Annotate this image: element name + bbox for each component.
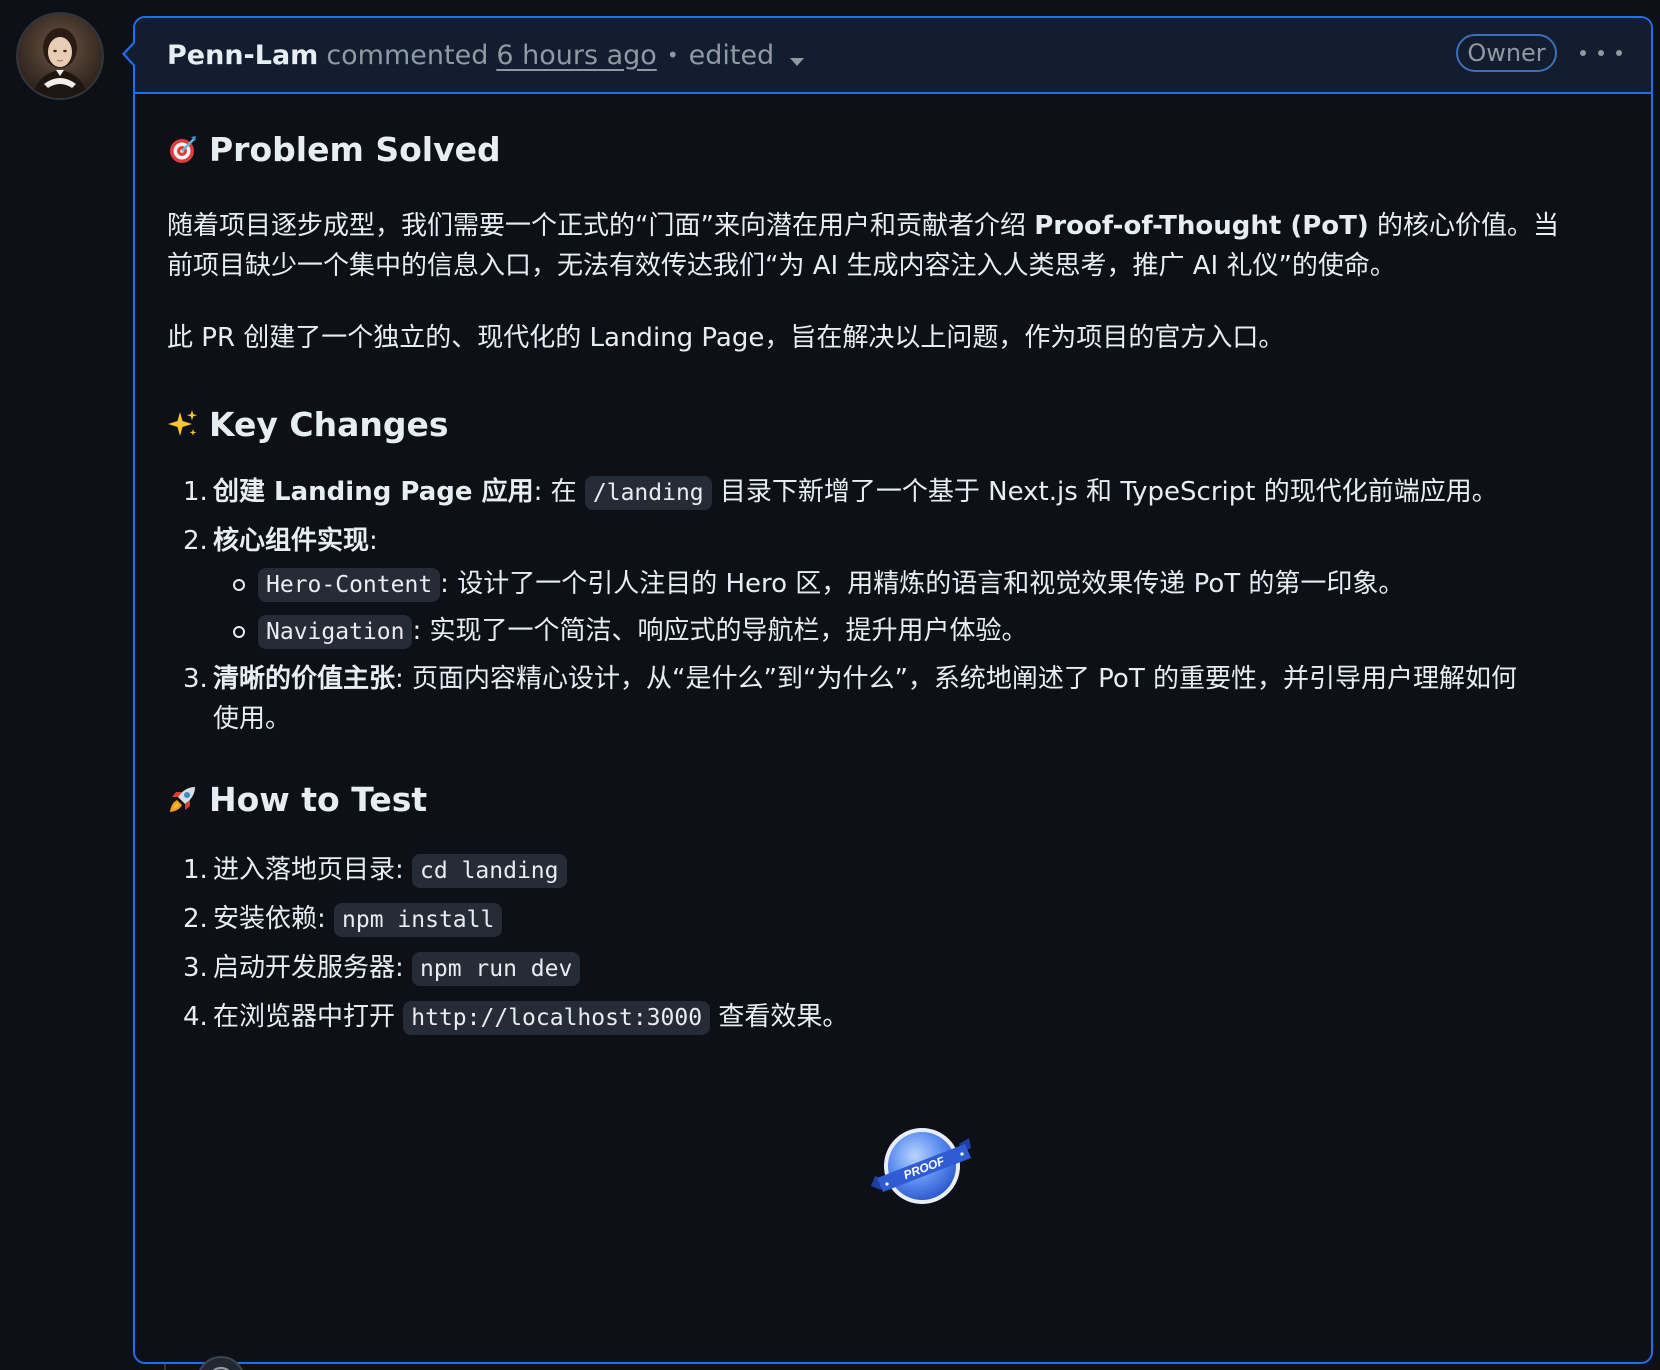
list-number: 1. [183, 477, 208, 507]
item-text: 在浏览器中打开 [213, 1002, 404, 1032]
comment-box: Penn-Lam commented 6 hours ago • edited … [122, 16, 1653, 1370]
timestamp-link[interactable]: 6 hours ago [496, 40, 656, 71]
smiley-icon [212, 1366, 230, 1370]
inline-code: cd landing [412, 854, 567, 888]
edited-label: edited [688, 39, 775, 71]
item-text: : [369, 526, 378, 556]
bold-text: 清晰的价值主张 [213, 664, 396, 694]
portrait-image [18, 14, 102, 98]
heading-text: How to Test [209, 779, 428, 819]
inline-code: npm run dev [412, 952, 581, 986]
heading-key-changes: Key Changes [167, 396, 449, 452]
item-text: : 设计了一个引人注目的 Hero 区，用精炼的语言和视觉效果传递 PoT 的第… [440, 569, 1405, 599]
list-number: 3. [183, 664, 208, 694]
bold-text: 创建 Landing Page 应用 [213, 477, 534, 507]
comment-pointer [122, 40, 136, 68]
heading-text: Key Changes [209, 404, 449, 444]
sparkles-emoji-icon [168, 410, 197, 436]
target-emoji-icon [170, 136, 196, 163]
list-item: 1. 创建 Landing Page 应用: 在 /landing 目录下新增了… [167, 472, 1617, 513]
heading-how-to-test: How to Test [167, 771, 427, 827]
chevron-down-icon [790, 57, 805, 66]
item-text: 使用。 [213, 704, 292, 734]
list-item: 3. 清晰的价值主张: 页面内容精心设计，从“是什么”到“为什么”，系统地阐述了… [167, 659, 1617, 739]
sub-list-item: Hero-Content: 设计了一个引人注目的 Hero 区，用精炼的语言和视… [213, 561, 1617, 608]
author-name[interactable]: Penn-Lam [167, 40, 318, 71]
bold-text: Proof-of-Thought (PoT) [1034, 211, 1369, 241]
sub-list: Hero-Content: 设计了一个引人注目的 Hero 区，用精炼的语言和视… [213, 561, 1617, 655]
inline-code: /landing [584, 476, 712, 510]
add-reaction-button[interactable] [197, 1356, 245, 1370]
inline-code: npm install [334, 903, 503, 937]
heading-text: Problem Solved [209, 129, 501, 169]
owner-badge: Owner [1456, 34, 1557, 72]
pr-summary-paragraph: 此 PR 创建了一个独立的、现代化的 Landing Page，旨在解决以上问题… [167, 323, 1285, 353]
edited-dropdown[interactable]: edited [689, 40, 805, 71]
paragraph-text: 随着项目逐步成型，我们需要一个正式的“门面”来向潜在用户和贡献者介绍 [167, 211, 1035, 241]
comment-header: Penn-Lam commented 6 hours ago • edited … [135, 18, 1651, 94]
list-item: 3. 启动开发服务器: npm run dev [167, 948, 1617, 989]
paragraph-text: 的核心价值。当 [1368, 211, 1560, 241]
inline-code: Hero-Content [258, 568, 441, 602]
rocket-emoji-icon [170, 787, 195, 812]
item-text: : 页面内容精心设计，从“是什么”到“为什么”，系统地阐述了 PoT 的重要性，… [395, 664, 1517, 694]
circle-bullet-icon [233, 626, 245, 638]
inline-code: http://localhost:3000 [403, 1001, 711, 1035]
heading-problem-solved: Problem Solved [167, 121, 501, 177]
item-text: : 实现了一个简洁、响应式的导航栏，提升用户体验。 [412, 616, 1028, 646]
list-number: 2. [183, 904, 208, 934]
kebab-icon-dot [1580, 50, 1586, 56]
more-options-button[interactable] [1580, 40, 1622, 66]
item-text: 进入落地页目录: [213, 855, 413, 885]
avatar[interactable] [18, 14, 102, 98]
list-item: 4. 在浏览器中打开 http://localhost:3000 查看效果。 [167, 997, 1617, 1038]
problem-paragraph: 随着项目逐步成型，我们需要一个正式的“门面”来向潜在用户和贡献者介绍 Proof… [167, 206, 1617, 286]
item-text: 启动开发服务器: [213, 953, 413, 983]
inline-code: Navigation [258, 615, 413, 649]
list-item: 1. 进入落地页目录: cd landing [167, 850, 1617, 891]
bold-text: 核心组件实现 [213, 526, 370, 556]
test-steps-list: 1. 进入落地页目录: cd landing 2. 安装依赖: npm inst… [167, 850, 1617, 1038]
kebab-icon-dot [1616, 50, 1622, 56]
item-text: 查看效果。 [710, 1002, 849, 1032]
list-number: 3. [183, 953, 208, 983]
list-number: 2. [183, 526, 208, 556]
circle-bullet-icon [233, 579, 245, 591]
key-changes-list: 1. 创建 Landing Page 应用: 在 /landing 目录下新增了… [167, 472, 1617, 739]
sub-list-item: Navigation: 实现了一个简洁、响应式的导航栏，提升用户体验。 [213, 608, 1617, 655]
list-number: 4. [183, 1002, 208, 1032]
comment-timeline: Penn-Lam commented 6 hours ago • edited … [0, 0, 1660, 1370]
list-number: 1. [183, 855, 208, 885]
proof-badge-icon: PROOF [871, 1128, 971, 1204]
list-item: 2. 安装依赖: npm install [167, 899, 1617, 940]
item-text: 安装依赖: [213, 904, 335, 934]
item-text: 目录下新增了一个基于 Next.js 和 TypeScript 的现代化前端应用… [711, 477, 1498, 507]
paragraph-text: 前项目缺少一个集中的信息入口，无法有效传达我们“为 AI 生成内容注入人类思考，… [167, 251, 1396, 281]
list-item: 2. 核心组件实现: Hero-Content: 设计了一个引人注目的 Hero… [167, 521, 1617, 655]
comment-action: commented [326, 39, 489, 71]
item-text: : 在 [533, 477, 585, 507]
separator-dot: • [666, 43, 679, 67]
kebab-icon-dot [1598, 50, 1604, 56]
